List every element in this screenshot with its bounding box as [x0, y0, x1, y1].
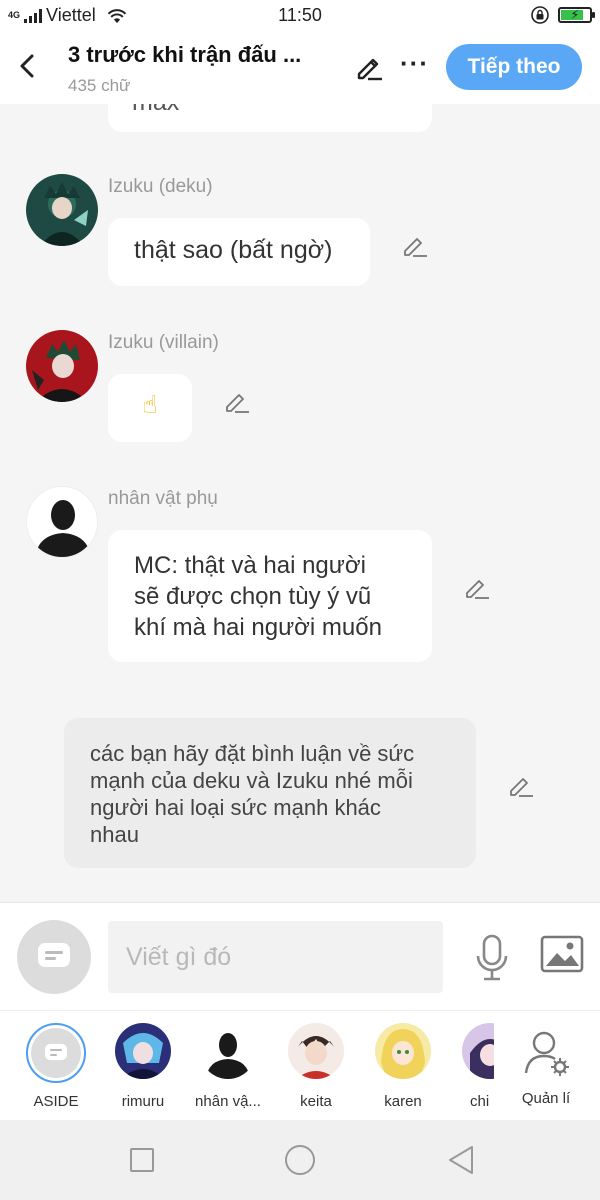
speaker-name: Izuku (villain)	[108, 332, 219, 353]
character-avatar	[375, 1023, 431, 1079]
charging-icon: ⚡	[570, 7, 580, 22]
message-line: khí mà hai người muốn	[134, 614, 382, 641]
message-icon	[45, 1044, 67, 1060]
orientation-lock-icon	[531, 6, 549, 24]
message-bubble[interactable]: MC: thật và hai người sẽ được chọn tùy ý…	[108, 530, 432, 662]
rimuru-avatar-image	[115, 1023, 171, 1079]
avatar-image	[26, 174, 98, 246]
word-count: 435 chữ	[68, 76, 131, 95]
message-line: sẽ được chọn tùy ý vũ	[134, 583, 372, 610]
character-avatar	[288, 1023, 344, 1079]
message-text: ☝	[142, 391, 158, 419]
narration-line: người hai loại sức mạnh khác	[90, 795, 381, 820]
more-icon[interactable]: ···	[400, 48, 429, 79]
character-avatar	[200, 1023, 256, 1079]
manage-user-icon	[524, 1031, 569, 1076]
recent-apps-icon[interactable]	[128, 1146, 156, 1174]
character-rimuru[interactable]: rimuru	[103, 1023, 183, 1110]
home-icon[interactable]	[284, 1144, 316, 1176]
character-chi[interactable]: chi	[440, 1023, 494, 1110]
input-bar	[0, 902, 600, 1010]
avatar-izuku-deku[interactable]	[26, 174, 98, 246]
aside-toggle-button[interactable]	[17, 920, 91, 994]
character-avatar	[115, 1023, 171, 1079]
chat-area: max Izuku (deku) thật sao (bất ngờ) Izuk…	[0, 104, 600, 902]
character-label: nhân vậ...	[195, 1093, 261, 1110]
character-label: ASIDE	[33, 1093, 79, 1110]
message-text: thật sao (bất ngờ)	[134, 236, 333, 264]
character-label: rimuru	[121, 1093, 165, 1110]
character-keita[interactable]: keita	[276, 1023, 356, 1110]
silhouette-icon	[35, 500, 91, 557]
editor-header: 3 trước khi trận đấu ... 435 chữ ··· Tiế…	[0, 32, 600, 104]
narration-line: mạnh của deku và Izuku nhé mỗi	[90, 768, 413, 793]
narration-line: nhau	[90, 822, 139, 847]
speaker-name: nhân vật phụ	[108, 488, 218, 509]
manage-characters-button[interactable]: Quản lí	[506, 1011, 586, 1109]
character-karen[interactable]: karen	[363, 1023, 443, 1110]
character-selector: ASIDE rimuru nhân vậ... keita karen chi …	[0, 1010, 600, 1120]
keita-avatar-image	[288, 1023, 344, 1079]
message-icon	[38, 943, 70, 967]
message-bubble[interactable]: thật sao (bất ngờ)	[108, 218, 370, 286]
character-avatar	[26, 1023, 86, 1083]
edit-message-icon[interactable]	[464, 574, 490, 600]
character-label: chi	[470, 1093, 490, 1110]
microphone-icon[interactable]	[470, 933, 514, 983]
story-title[interactable]: 3 trước khi trận đấu ...	[68, 42, 338, 68]
silhouette-icon	[206, 1033, 250, 1079]
battery-icon: ⚡	[558, 7, 595, 23]
next-button[interactable]: Tiếp theo	[446, 44, 582, 90]
navigation-bar	[0, 1120, 600, 1200]
message-bubble[interactable]: ☝	[108, 374, 192, 442]
avatar-image	[26, 330, 98, 402]
back-arrow-icon[interactable]	[14, 50, 42, 82]
character-side[interactable]: nhân vậ...	[188, 1023, 268, 1110]
image-icon[interactable]	[540, 935, 584, 975]
edit-message-icon[interactable]	[224, 388, 250, 414]
status-right: ⚡	[530, 5, 595, 25]
character-label: keita	[300, 1093, 332, 1110]
narration-bubble[interactable]: các bạn hãy đặt bình luận về sức mạnh củ…	[64, 718, 476, 868]
status-bar: 4G Viettel 11:50 ⚡	[0, 0, 600, 32]
message-line: MC: thật và hai người	[134, 552, 366, 579]
speaker-name: Izuku (deku)	[108, 176, 213, 197]
character-label: karen	[384, 1093, 422, 1110]
avatar-izuku-villain[interactable]	[26, 330, 98, 402]
message-text: max	[132, 104, 408, 117]
pencil-icon[interactable]	[354, 52, 384, 82]
edit-narration-icon[interactable]	[508, 772, 534, 798]
message-input[interactable]	[108, 921, 443, 993]
chi-avatar-image	[462, 1023, 494, 1079]
narration-line: các bạn hãy đặt bình luận về sức	[90, 741, 415, 766]
karen-avatar-image	[375, 1023, 431, 1079]
character-aside[interactable]: ASIDE	[16, 1023, 96, 1110]
nav-back-icon[interactable]	[446, 1144, 476, 1176]
edit-message-icon[interactable]	[402, 232, 428, 258]
manage-label: Quản lí	[521, 1090, 571, 1107]
avatar-side-character[interactable]	[26, 486, 98, 558]
character-avatar	[462, 1023, 494, 1079]
message-bubble-partial[interactable]: max	[108, 104, 432, 132]
status-time: 11:50	[278, 5, 322, 25]
